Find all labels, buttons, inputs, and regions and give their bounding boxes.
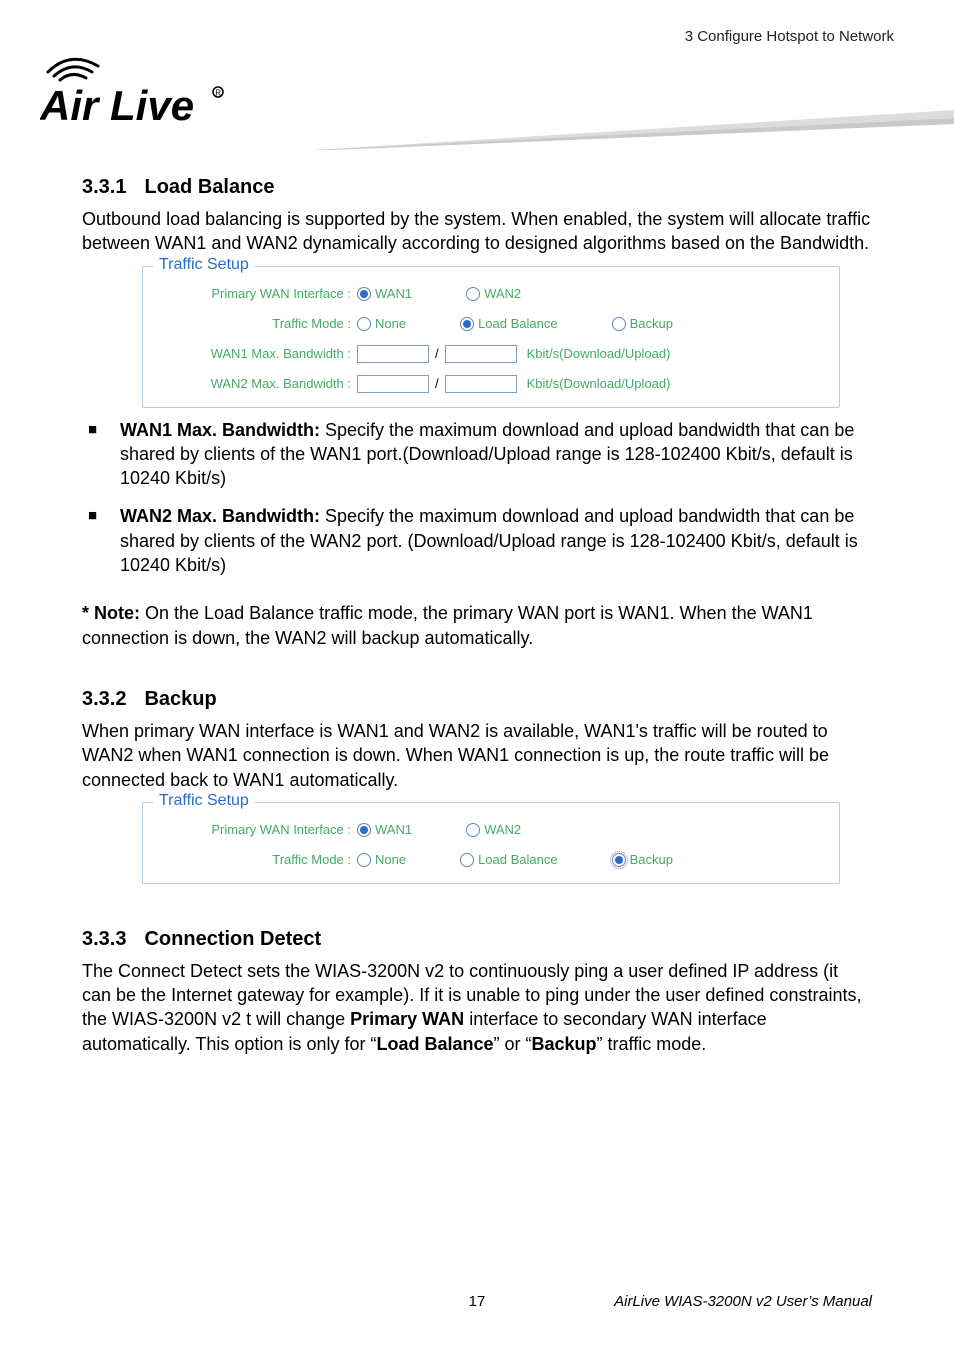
traffic-setup-legend: Traffic Setup <box>153 256 255 274</box>
radio-load-balance[interactable]: Load Balance <box>460 316 558 331</box>
section-3-3-3-heading: 3.3.3 Connection Detect <box>82 928 872 951</box>
radio-backup[interactable]: Backup <box>612 852 673 867</box>
note-text: On the Load Balance traffic mode, the pr… <box>82 603 813 647</box>
radio-backup[interactable]: Backup <box>612 316 673 331</box>
radio-wan1[interactable]: WAN1 <box>357 822 412 837</box>
note-lead: * Note: <box>82 603 140 623</box>
row-wan2-bw: WAN2 Max. Bandwidth : / Kbit/s(Download/… <box>151 369 831 399</box>
section-number: 3.3.1 <box>82 176 126 198</box>
radio-wan2[interactable]: WAN2 <box>466 286 521 301</box>
row-primary-wan: Primary WAN Interface : WAN1 WAN2 <box>151 279 831 309</box>
slash-separator: / <box>435 346 439 361</box>
wan1-upload-input[interactable] <box>445 345 517 363</box>
radio-dot-icon <box>466 823 480 837</box>
section-3-3-3-intro: The Connect Detect sets the WIAS-3200N v… <box>82 959 872 1056</box>
radio-load-balance[interactable]: Load Balance <box>460 852 558 867</box>
label-wan1-bw: WAN1 Max. Bandwidth : <box>151 346 357 361</box>
radio-none[interactable]: None <box>357 852 406 867</box>
row-wan1-bw: WAN1 Max. Bandwidth : / Kbit/s(Download/… <box>151 339 831 369</box>
section-title-text: Load Balance <box>144 176 274 198</box>
row-traffic-mode: Traffic Mode : None Load Balance Backup <box>151 309 831 339</box>
traffic-setup-panel-backup: Traffic Setup Primary WAN Interface : WA… <box>142 802 840 884</box>
svg-text:R: R <box>215 89 221 98</box>
radio-load-balance-label: Load Balance <box>478 316 558 331</box>
row-traffic-mode: Traffic Mode : None Load Balance Backup <box>151 845 831 875</box>
label-primary-wan: Primary WAN Interface : <box>151 286 357 301</box>
radio-none-label: None <box>375 852 406 867</box>
radio-dot-icon <box>612 317 626 331</box>
note-load-balance: * Note: On the Load Balance traffic mode… <box>82 601 872 650</box>
label-traffic-mode: Traffic Mode : <box>151 852 357 867</box>
bullet-wan1-bw: WAN1 Max. Bandwidth: Specify the maximum… <box>82 418 872 491</box>
section-3-3-2-intro: When primary WAN interface is WAN1 and W… <box>82 719 872 792</box>
section-number: 3.3.3 <box>82 928 126 950</box>
wan1-download-input[interactable] <box>357 345 429 363</box>
radio-dot-icon <box>357 317 371 331</box>
slash-separator: / <box>435 376 439 391</box>
radio-wan2-label: WAN2 <box>484 822 521 837</box>
page-header-section-path: 3 Configure Hotspot to Network <box>685 28 894 45</box>
footer-manual-title: AirLive WIAS-3200N v2 User’s Manual <box>614 1293 872 1310</box>
radio-dot-icon <box>357 287 371 301</box>
radio-backup-label: Backup <box>630 852 673 867</box>
intro-part3: ” or “ <box>494 1034 532 1054</box>
wan2-bw-unit: Kbit/s(Download/Upload) <box>527 376 671 391</box>
section-3-3-1-intro: Outbound load balancing is supported by … <box>82 207 872 256</box>
radio-load-balance-label: Load Balance <box>478 852 558 867</box>
intro-bold2: Load Balance <box>376 1034 493 1054</box>
wan2-upload-input[interactable] <box>445 375 517 393</box>
radio-none[interactable]: None <box>357 316 406 331</box>
section-3-3-2-heading: 3.3.2 Backup <box>82 688 872 711</box>
radio-wan1-label: WAN1 <box>375 822 412 837</box>
bullet-lead: WAN2 Max. Bandwidth: <box>120 506 320 526</box>
row-primary-wan: Primary WAN Interface : WAN1 WAN2 <box>151 815 831 845</box>
airlive-logo: Air Live R <box>40 44 230 130</box>
intro-bold1: Primary WAN <box>350 1009 464 1029</box>
radio-none-label: None <box>375 316 406 331</box>
bullet-lead: WAN1 Max. Bandwidth: <box>120 420 320 440</box>
section-title-text: Connection Detect <box>144 928 321 950</box>
radio-wan2-label: WAN2 <box>484 286 521 301</box>
label-wan2-bw: WAN2 Max. Bandwidth : <box>151 376 357 391</box>
bullet-wan2-bw: WAN2 Max. Bandwidth: Specify the maximum… <box>82 504 872 577</box>
label-primary-wan: Primary WAN Interface : <box>151 822 357 837</box>
header-diagonal-decoration <box>314 110 954 150</box>
radio-dot-icon <box>466 287 480 301</box>
radio-backup-label: Backup <box>630 316 673 331</box>
label-traffic-mode: Traffic Mode : <box>151 316 357 331</box>
radio-dot-icon <box>612 853 626 867</box>
intro-bold3: Backup <box>532 1034 597 1054</box>
traffic-setup-legend: Traffic Setup <box>153 792 255 810</box>
radio-dot-icon <box>357 823 371 837</box>
section-3-3-1-heading: 3.3.1 Load Balance <box>82 176 872 199</box>
radio-wan1-label: WAN1 <box>375 286 412 301</box>
radio-dot-icon <box>460 317 474 331</box>
wan1-bw-unit: Kbit/s(Download/Upload) <box>527 346 671 361</box>
radio-wan2[interactable]: WAN2 <box>466 822 521 837</box>
section-title-text: Backup <box>144 688 216 710</box>
radio-wan1[interactable]: WAN1 <box>357 286 412 301</box>
section-number: 3.3.2 <box>82 688 126 710</box>
radio-dot-icon <box>460 853 474 867</box>
svg-text:Air Live: Air Live <box>40 82 194 129</box>
wan2-download-input[interactable] <box>357 375 429 393</box>
intro-part4: ” traffic mode. <box>597 1034 707 1054</box>
traffic-setup-panel-load-balance: Traffic Setup Primary WAN Interface : WA… <box>142 266 840 408</box>
bullet-list-s1: WAN1 Max. Bandwidth: Specify the maximum… <box>82 418 872 578</box>
radio-dot-icon <box>357 853 371 867</box>
